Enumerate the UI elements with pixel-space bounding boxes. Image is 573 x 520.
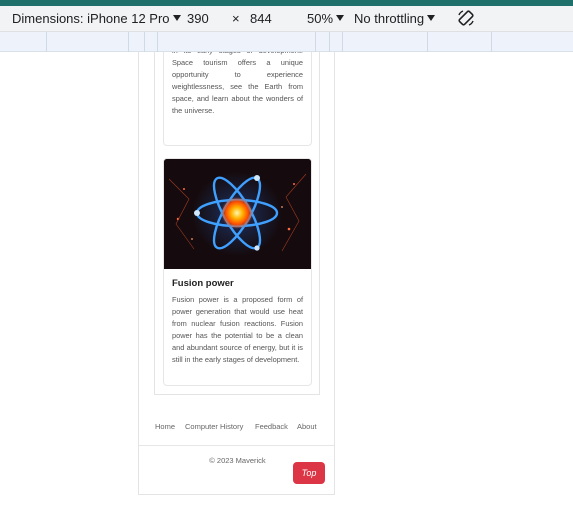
dropdown-arrow-icon bbox=[172, 15, 181, 21]
footer-link-computer-history[interactable]: Computer History bbox=[185, 422, 243, 431]
throttling-select[interactable]: No throttling bbox=[354, 11, 436, 26]
card-title: Fusion power bbox=[172, 278, 234, 289]
width-input[interactable]: 390 bbox=[187, 11, 209, 26]
rotate-icon[interactable] bbox=[457, 9, 475, 27]
device-viewport[interactable]: in its early stages of development. Spac… bbox=[138, 52, 335, 495]
ruler-tick bbox=[315, 32, 316, 52]
ruler-tick bbox=[427, 32, 428, 52]
footer-divider bbox=[139, 445, 334, 446]
footer-link-about[interactable]: About bbox=[297, 422, 317, 431]
ruler-tick bbox=[46, 32, 47, 52]
space-tourism-card: in its early stages of development. Spac… bbox=[163, 52, 312, 146]
times-symbol: × bbox=[232, 11, 240, 26]
atom-energy-image bbox=[164, 159, 311, 269]
content-container: in its early stages of development. Spac… bbox=[154, 52, 320, 395]
throttling-label: No throttling bbox=[354, 11, 425, 26]
device-toolbar: Dimensions: iPhone 12 Pro 390 × 844 50% … bbox=[0, 6, 573, 32]
device-dimensions-label: Dimensions: iPhone 12 Pro bbox=[12, 11, 170, 26]
zoom-select[interactable]: 50% bbox=[307, 11, 345, 26]
ruler-tick bbox=[157, 32, 158, 52]
footer-link-feedback[interactable]: Feedback bbox=[255, 422, 288, 431]
card-text: in its early stages of development. Spac… bbox=[172, 52, 303, 115]
ruler-tick bbox=[491, 32, 492, 52]
footer-link-home[interactable]: Home bbox=[155, 422, 175, 431]
height-input[interactable]: 844 bbox=[250, 11, 272, 26]
ruler-tick bbox=[128, 32, 129, 52]
fusion-power-card: Fusion power Fusion power is a proposed … bbox=[163, 158, 312, 386]
back-to-top-button[interactable]: Top bbox=[293, 462, 325, 484]
ruler-tick bbox=[144, 32, 145, 52]
ruler-tick bbox=[329, 32, 330, 52]
dropdown-arrow-icon bbox=[336, 15, 345, 21]
zoom-label: 50% bbox=[307, 11, 334, 26]
device-dimensions-select[interactable]: Dimensions: iPhone 12 Pro bbox=[12, 11, 181, 26]
dropdown-arrow-icon bbox=[427, 15, 436, 21]
media-query-ruler bbox=[0, 32, 573, 52]
card-text: Fusion power is a proposed form of power… bbox=[172, 295, 303, 364]
ruler-tick bbox=[342, 32, 343, 52]
